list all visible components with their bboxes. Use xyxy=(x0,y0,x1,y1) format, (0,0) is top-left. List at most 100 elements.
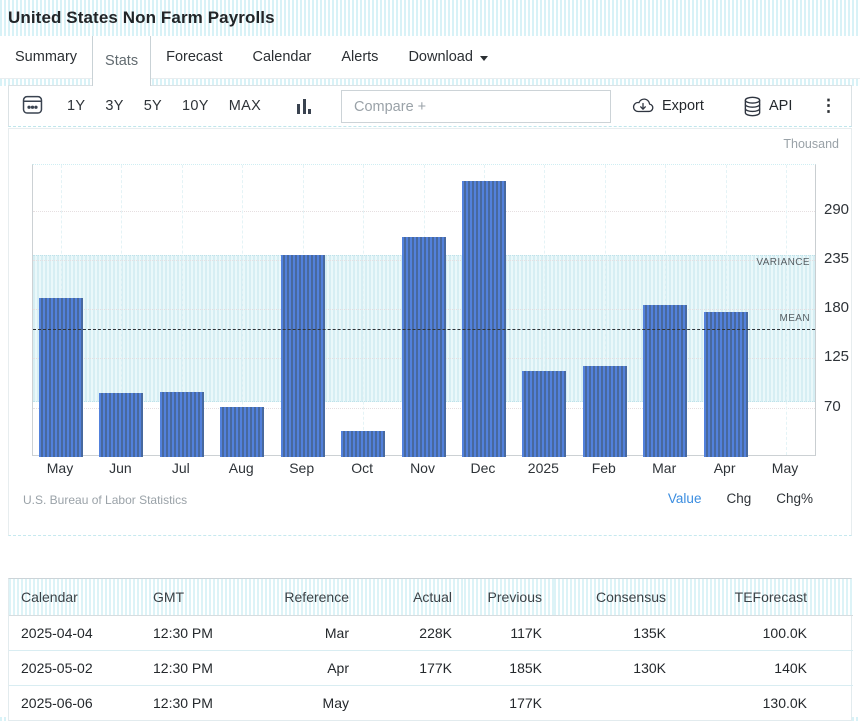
cell-reference: Mar xyxy=(261,615,361,650)
table-row[interactable]: 2025-05-02 12:30 PM Apr 177K 185K 130K 1… xyxy=(9,650,853,685)
plot-area xyxy=(32,164,816,456)
cell-teforecast: 130.0K xyxy=(678,685,853,720)
x-axis-labels: MayJunJulAugSepOctNovDec2025FebMarAprMay xyxy=(32,460,822,480)
compare-input[interactable] xyxy=(341,90,611,123)
export-label: Export xyxy=(662,98,704,114)
cell-consensus: 130K xyxy=(554,650,678,685)
cell-reference: May xyxy=(261,685,361,720)
cell-actual: 177K xyxy=(361,650,464,685)
range-3y[interactable]: 3Y xyxy=(105,98,123,114)
tab-summary[interactable]: Summary xyxy=(0,36,92,78)
bar-Feb[interactable] xyxy=(583,366,627,457)
cell-calendar: 2025-06-06 xyxy=(9,685,141,720)
bar-Jul[interactable] xyxy=(160,392,204,457)
bar-Mar[interactable] xyxy=(643,305,687,457)
cell-consensus xyxy=(554,685,678,720)
col-teforecast: TEForecast xyxy=(678,579,853,615)
x-tick-label: Nov xyxy=(391,460,455,476)
range-5y[interactable]: 5Y xyxy=(144,98,162,114)
cell-previous: 185K xyxy=(464,650,554,685)
page: United States Non Farm Payrolls Summary … xyxy=(0,0,860,721)
y-tick-label: 235 xyxy=(824,250,849,268)
x-tick-label: Jul xyxy=(149,460,213,476)
bar-Jun[interactable] xyxy=(99,393,143,457)
kebab-menu-icon[interactable]: ⋮ xyxy=(820,86,837,126)
gridline-x-May xyxy=(786,165,787,455)
variance-label: VARIANCE xyxy=(32,257,810,268)
cell-gmt: 12:30 PM xyxy=(141,615,261,650)
tab-stats[interactable]: Stats xyxy=(92,36,151,86)
col-calendar: Calendar xyxy=(9,579,141,615)
col-previous: Previous xyxy=(464,579,554,615)
cell-consensus: 135K xyxy=(554,615,678,650)
x-tick-label: 2025 xyxy=(511,460,575,476)
link-value[interactable]: Value xyxy=(668,491,702,506)
database-icon xyxy=(743,96,762,117)
y-tick-label: 70 xyxy=(824,398,841,416)
cell-calendar: 2025-04-04 xyxy=(9,615,141,650)
cell-calendar: 2025-05-02 xyxy=(9,650,141,685)
x-tick-label: Dec xyxy=(451,460,515,476)
col-gmt: GMT xyxy=(141,579,261,615)
table-row[interactable]: 2025-04-04 12:30 PM Mar 228K 117K 135K 1… xyxy=(9,615,853,650)
col-consensus: Consensus xyxy=(554,579,678,615)
bar-Aug[interactable] xyxy=(220,407,264,457)
bar-Apr[interactable] xyxy=(704,312,748,457)
table-row[interactable]: 2025-06-06 12:30 PM May 177K 130.0K xyxy=(9,685,853,720)
x-tick-label: Sep xyxy=(270,460,334,476)
column-chart-icon xyxy=(297,99,311,114)
cell-previous: 177K xyxy=(464,685,554,720)
chart-card: Thousand 70125180235290 MayJunJulAugSepO… xyxy=(8,128,852,536)
x-tick-label: May xyxy=(28,460,92,476)
range-max[interactable]: MAX xyxy=(229,98,261,114)
cell-gmt: 12:30 PM xyxy=(141,685,261,720)
tab-forecast-label: Forecast xyxy=(166,49,222,65)
x-tick-label: Oct xyxy=(330,460,394,476)
cloud-download-icon xyxy=(631,97,655,115)
bar-2025[interactable] xyxy=(522,371,566,457)
y-tick-label: 290 xyxy=(824,201,849,219)
bar-Oct[interactable] xyxy=(341,431,385,457)
mean-label: MEAN xyxy=(32,313,810,324)
tab-stats-label: Stats xyxy=(105,53,138,69)
cell-teforecast: 140K xyxy=(678,650,853,685)
col-actual: Actual xyxy=(361,579,464,615)
range-10y[interactable]: 10Y xyxy=(182,98,209,114)
calendar-table: Calendar GMT Reference Actual Previous C… xyxy=(8,578,852,721)
export-button[interactable]: Export xyxy=(631,86,704,126)
cell-reference: Apr xyxy=(261,650,361,685)
api-button[interactable]: API xyxy=(743,86,792,126)
link-chg[interactable]: Chg xyxy=(726,491,751,506)
tab-calendar[interactable]: Calendar xyxy=(238,36,327,78)
y-axis-labels: 70125180235290 xyxy=(824,129,853,469)
caret-down-icon xyxy=(480,56,488,61)
x-tick-label: Feb xyxy=(572,460,636,476)
bar-Nov[interactable] xyxy=(402,237,446,457)
cell-previous: 117K xyxy=(464,615,554,650)
series-mode-links: Value Chg Chg% xyxy=(668,491,813,506)
x-tick-label: Aug xyxy=(209,460,273,476)
range-1y[interactable]: 1Y xyxy=(67,98,85,114)
tab-forecast[interactable]: Forecast xyxy=(151,36,237,78)
bar-Sep[interactable] xyxy=(281,255,325,457)
range-selector: 1Y 3Y 5Y 10Y MAX xyxy=(67,86,261,126)
date-range-button[interactable] xyxy=(21,93,44,116)
x-tick-label: Jun xyxy=(88,460,152,476)
col-reference: Reference xyxy=(261,579,361,615)
source-attribution: U.S. Bureau of Labor Statistics xyxy=(23,493,187,507)
tab-download[interactable]: Download xyxy=(393,36,503,78)
page-title: United States Non Farm Payrolls xyxy=(0,8,275,28)
chart-toolbar: 1Y 3Y 5Y 10Y MAX Export xyxy=(8,85,852,127)
tab-alerts[interactable]: Alerts xyxy=(326,36,393,78)
cell-gmt: 12:30 PM xyxy=(141,650,261,685)
link-chg-percent[interactable]: Chg% xyxy=(776,491,813,506)
x-tick-label: May xyxy=(753,460,817,476)
calendar-icon xyxy=(21,93,44,116)
cell-teforecast: 100.0K xyxy=(678,615,853,650)
x-tick-label: Apr xyxy=(693,460,757,476)
y-tick-label: 180 xyxy=(824,299,849,317)
cell-actual: 228K xyxy=(361,615,464,650)
cell-actual xyxy=(361,685,464,720)
x-tick-label: Mar xyxy=(632,460,696,476)
chart-type-button[interactable] xyxy=(297,96,311,114)
